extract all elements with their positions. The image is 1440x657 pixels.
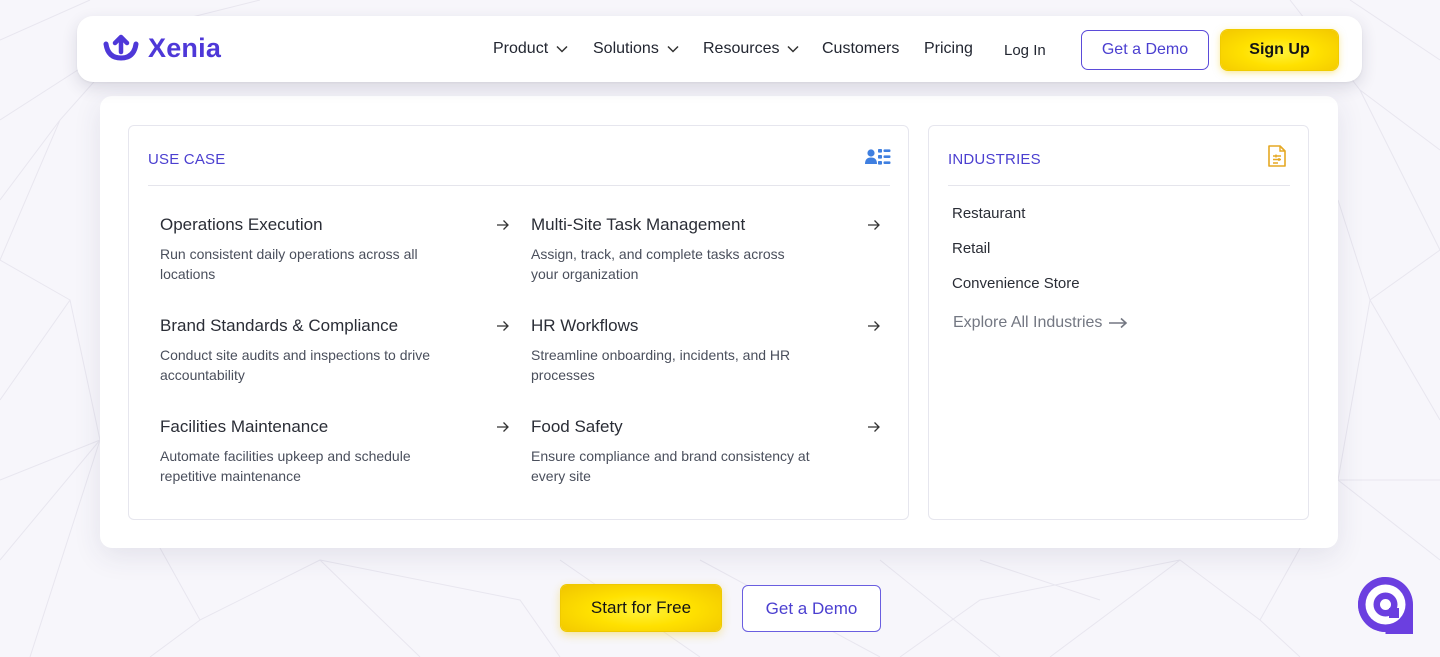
chevron-down-icon <box>787 45 800 53</box>
use-case-item-brand-standards-compliance[interactable]: Brand Standards & Compliance Conduct sit… <box>160 316 510 385</box>
use-case-item-title: HR Workflows <box>531 316 639 335</box>
sign-up-button[interactable]: Sign Up <box>1221 30 1338 70</box>
login-label: Log In <box>1004 42 1046 59</box>
use-case-item-description: Automate facilities upkeep and schedule … <box>160 448 411 484</box>
use-case-item-description: Streamline onboarding, incidents, and HR… <box>531 347 791 383</box>
use-case-card: USE CASE Operations Execution Run consis… <box>128 125 909 520</box>
document-list-icon <box>1268 145 1286 167</box>
start-for-free-button[interactable]: Start for Free <box>561 585 721 631</box>
nav-item-solutions[interactable]: Solutions <box>593 40 679 58</box>
divider <box>148 185 890 186</box>
use-case-item-food-safety[interactable]: Food Safety Ensure compliance and brand … <box>531 417 881 486</box>
nav-item-label: Resources <box>703 40 780 57</box>
nav-item-label: Solutions <box>593 40 659 57</box>
arrow-right-icon <box>868 220 880 230</box>
explore-all-industries-label: Explore All Industries <box>953 314 1103 331</box>
login-link[interactable]: Log In <box>1004 42 1046 59</box>
use-case-item-description: Run consistent daily operations across a… <box>160 246 418 282</box>
industry-link-restaurant[interactable]: Restaurant <box>952 205 1025 222</box>
use-case-item-title: Multi-Site Task Management <box>531 215 746 234</box>
nav-item-resources[interactable]: Resources <box>703 40 800 58</box>
nav-item-label: Pricing <box>924 40 973 57</box>
nav-item-pricing[interactable]: Pricing <box>924 40 973 58</box>
use-case-item-title: Facilities Maintenance <box>160 417 329 436</box>
top-navigation-bar: Xenia Product Solutions Resources Custom… <box>77 16 1362 82</box>
chat-bubble-icon <box>1358 577 1413 634</box>
explore-all-industries-link[interactable]: Explore All Industries <box>953 314 1128 332</box>
brand-name: Xenia <box>148 33 222 63</box>
nav-item-label: Product <box>493 40 549 57</box>
nav-item-label: Customers <box>822 40 900 57</box>
get-a-demo-button[interactable]: Get a Demo <box>1081 30 1209 70</box>
use-case-item-facilities-maintenance[interactable]: Facilities Maintenance Automate faciliti… <box>160 417 510 486</box>
chevron-down-icon <box>556 45 568 53</box>
chevron-down-icon <box>667 45 679 53</box>
arrow-right-icon <box>497 220 509 230</box>
arrow-right-icon <box>497 321 509 331</box>
xenia-logo[interactable]: Xenia <box>100 33 221 64</box>
nav-item-product[interactable]: Product <box>493 40 568 58</box>
industry-link-retail[interactable]: Retail <box>952 240 990 257</box>
users-list-icon <box>865 149 891 165</box>
use-case-item-description: Ensure compliance and brand consistency … <box>531 448 810 484</box>
use-case-item-multi-site-task-management[interactable]: Multi-Site Task Management Assign, track… <box>531 215 881 284</box>
solutions-dropdown-panel: USE CASE Operations Execution Run consis… <box>100 96 1338 548</box>
industry-link-convenience-store[interactable]: Convenience Store <box>952 275 1080 292</box>
use-case-item-operations-execution[interactable]: Operations Execution Run consistent dail… <box>160 215 510 284</box>
use-case-heading: USE CASE <box>148 151 226 168</box>
use-case-item-title: Food Safety <box>531 417 623 436</box>
arrow-right-icon <box>868 321 880 331</box>
arrow-right-icon <box>497 422 509 432</box>
use-case-item-title: Brand Standards & Compliance <box>160 316 399 335</box>
chat-widget-button[interactable] <box>1356 575 1415 634</box>
industries-heading: INDUSTRIES <box>948 151 1041 168</box>
use-case-item-hr-workflows[interactable]: HR Workflows Streamline onboarding, inci… <box>531 316 881 385</box>
nav-item-customers[interactable]: Customers <box>822 40 899 58</box>
use-case-item-description: Assign, track, and complete tasks across… <box>531 246 785 282</box>
use-case-item-description: Conduct site audits and inspections to d… <box>160 347 431 383</box>
industries-card: INDUSTRIES Restaurant Retail Convenience… <box>928 125 1309 520</box>
long-arrow-right-icon <box>1109 317 1128 329</box>
arrow-right-icon <box>868 422 880 432</box>
get-a-demo-secondary-button[interactable]: Get a Demo <box>742 585 881 632</box>
xenia-logo-mark-icon <box>103 34 139 61</box>
divider <box>948 185 1290 186</box>
use-case-item-title: Operations Execution <box>160 215 323 234</box>
